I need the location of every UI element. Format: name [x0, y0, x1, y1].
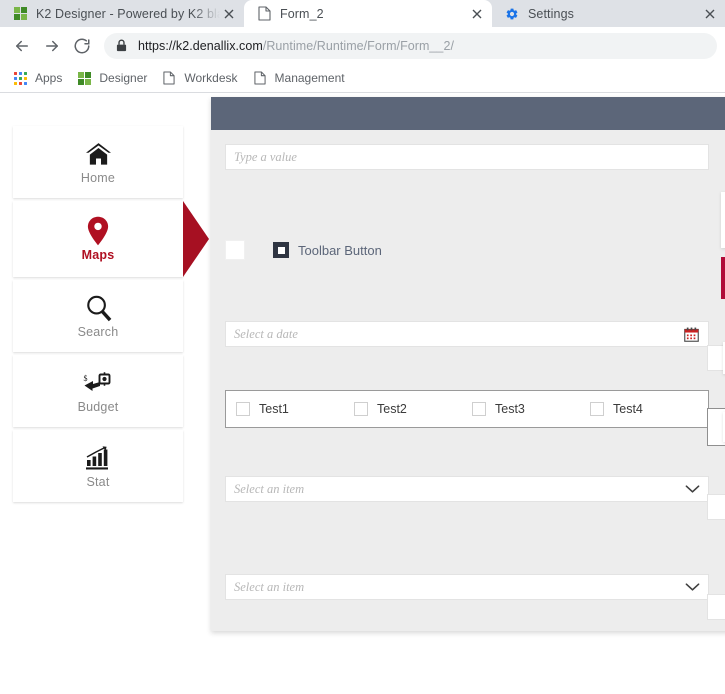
browser-tab-settings[interactable]: Settings [492, 0, 725, 27]
text-input-placeholder: Type a value [234, 150, 700, 165]
sidebar-item-maps[interactable]: Maps [13, 201, 183, 277]
checkbox-item-test4[interactable]: Test4 [590, 402, 708, 416]
page-icon [252, 70, 268, 86]
gear-icon [504, 6, 520, 22]
dropdown-select-an-item-2[interactable]: Select an item [225, 574, 709, 600]
sidebar-item-label: Maps [82, 248, 115, 262]
checkbox-item-test3[interactable]: Test3 [472, 402, 590, 416]
checkbox[interactable] [472, 402, 486, 416]
checkbox-item-test1[interactable]: Test1 [236, 402, 354, 416]
tab-title: Form_2 [280, 7, 468, 21]
dropdown-placeholder: Select an item [234, 580, 685, 595]
bookmark-label: Workdesk [184, 71, 237, 85]
bookmark-label: Management [275, 71, 345, 85]
svg-text:$: $ [84, 374, 88, 383]
page-icon [256, 6, 272, 22]
calendar-icon[interactable] [684, 327, 700, 342]
address-bar[interactable]: https://k2.denallix.com/Runtime/Runtime/… [104, 33, 717, 59]
back-icon[interactable] [8, 32, 36, 60]
bookmark-label: Apps [35, 71, 62, 85]
sidebar-item-search[interactable]: Search [13, 280, 183, 352]
sidebar-item-home[interactable]: Home [13, 126, 183, 198]
toolbar-button-label: Toolbar Button [298, 243, 382, 258]
checkbox[interactable] [590, 402, 604, 416]
toolbar-button-row: Toolbar Button [225, 239, 725, 261]
checkbox-label: Test2 [377, 402, 407, 416]
url-host: https://k2.denallix.com [138, 39, 263, 53]
browser-toolbar: https://k2.denallix.com/Runtime/Runtime/… [0, 27, 725, 64]
dropdown-placeholder: Select an item [234, 482, 685, 497]
clipped-widget-text [708, 351, 712, 365]
clipped-widget-text [708, 414, 712, 428]
checkbox[interactable] [236, 402, 250, 416]
active-indicator-arrow [183, 201, 209, 277]
toolbar-button[interactable]: Toolbar Button [273, 242, 382, 258]
bookmark-apps[interactable]: Apps [10, 67, 70, 89]
bookmark-designer[interactable]: Designer [74, 67, 155, 89]
url-path: /Runtime/Runtime/Form/Form__2/ [263, 39, 454, 53]
bookmarks-bar: Apps Designer Workdesk [0, 64, 725, 93]
browser-tab-k2-designer[interactable]: K2 Designer - Powered by K2 bla [0, 0, 244, 27]
chart-icon [84, 443, 112, 473]
browser-chrome: K2 Designer - Powered by K2 bla Form_2 [0, 0, 725, 93]
tab-title: Settings [528, 7, 701, 21]
form-panel: Type a value Toolbar Button Select a dat… [211, 97, 725, 631]
reload-icon[interactable] [68, 32, 96, 60]
clipped-widget-input-lower-2[interactable] [707, 594, 725, 620]
k2-logo-icon [76, 70, 92, 86]
clipped-widget-text [721, 262, 725, 276]
sidebar-item-label: Search [78, 325, 119, 339]
checkbox-label: Test4 [613, 402, 643, 416]
date-picker-input[interactable]: Select a date [225, 321, 709, 347]
clipped-widget-text [708, 500, 712, 514]
close-icon[interactable] [220, 5, 238, 23]
clipped-widget-text [721, 197, 725, 211]
chevron-down-icon[interactable] [685, 484, 701, 494]
tab-strip: K2 Designer - Powered by K2 bla Form_2 [0, 0, 725, 27]
bookmark-workdesk[interactable]: Workdesk [159, 67, 245, 89]
dropdown-select-an-item-1[interactable]: Select an item [225, 476, 709, 502]
sidebar-item-label: Budget [78, 400, 119, 414]
bookmark-label: Designer [99, 71, 147, 85]
text-input-type-a-value[interactable]: Type a value [225, 144, 709, 170]
sidebar-item-stat[interactable]: Stat [13, 430, 183, 502]
tab-title: K2 Designer - Powered by K2 bla [36, 7, 220, 21]
left-navigation: Home Maps Search [13, 126, 183, 505]
k2-logo-icon [12, 6, 28, 22]
lock-icon [116, 39, 130, 52]
form-header-bar [211, 97, 725, 130]
sidebar-item-label: Home [81, 171, 115, 185]
form-body: Type a value Toolbar Button Select a dat… [211, 130, 725, 631]
toolbar-button-icon [273, 242, 289, 258]
url-text: https://k2.denallix.com/Runtime/Runtime/… [138, 39, 454, 53]
clipped-widget-text [708, 600, 712, 614]
checkbox-label: Test1 [259, 402, 289, 416]
checkbox-item-test2[interactable]: Test2 [354, 402, 472, 416]
forward-icon[interactable] [38, 32, 66, 60]
checkbox-group: Test1 Test2 Test3 Test4 [225, 390, 709, 428]
clipped-widget-card-top[interactable] [721, 192, 725, 248]
home-icon [85, 139, 112, 169]
search-icon [85, 293, 112, 323]
browser-tab-form-2[interactable]: Form_2 [244, 0, 492, 27]
bookmark-management[interactable]: Management [250, 67, 353, 89]
apps-grid-icon [12, 70, 28, 86]
map-pin-icon [87, 216, 109, 246]
chevron-down-icon[interactable] [685, 582, 701, 592]
checkbox[interactable] [354, 402, 368, 416]
date-picker-placeholder: Select a date [234, 327, 684, 342]
clipped-widget-input-lower-1[interactable] [707, 494, 725, 520]
close-icon[interactable] [701, 5, 719, 23]
standalone-checkbox[interactable] [225, 240, 245, 260]
close-icon[interactable] [468, 5, 486, 23]
budget-icon: $ [83, 368, 113, 398]
clipped-widget-red-button[interactable] [721, 257, 725, 299]
sidebar-item-label: Stat [86, 475, 109, 489]
page-icon [161, 70, 177, 86]
sidebar-item-budget[interactable]: $ Budget [13, 355, 183, 427]
checkbox-label: Test3 [495, 402, 525, 416]
page-viewport: Home Maps Search [0, 93, 725, 694]
